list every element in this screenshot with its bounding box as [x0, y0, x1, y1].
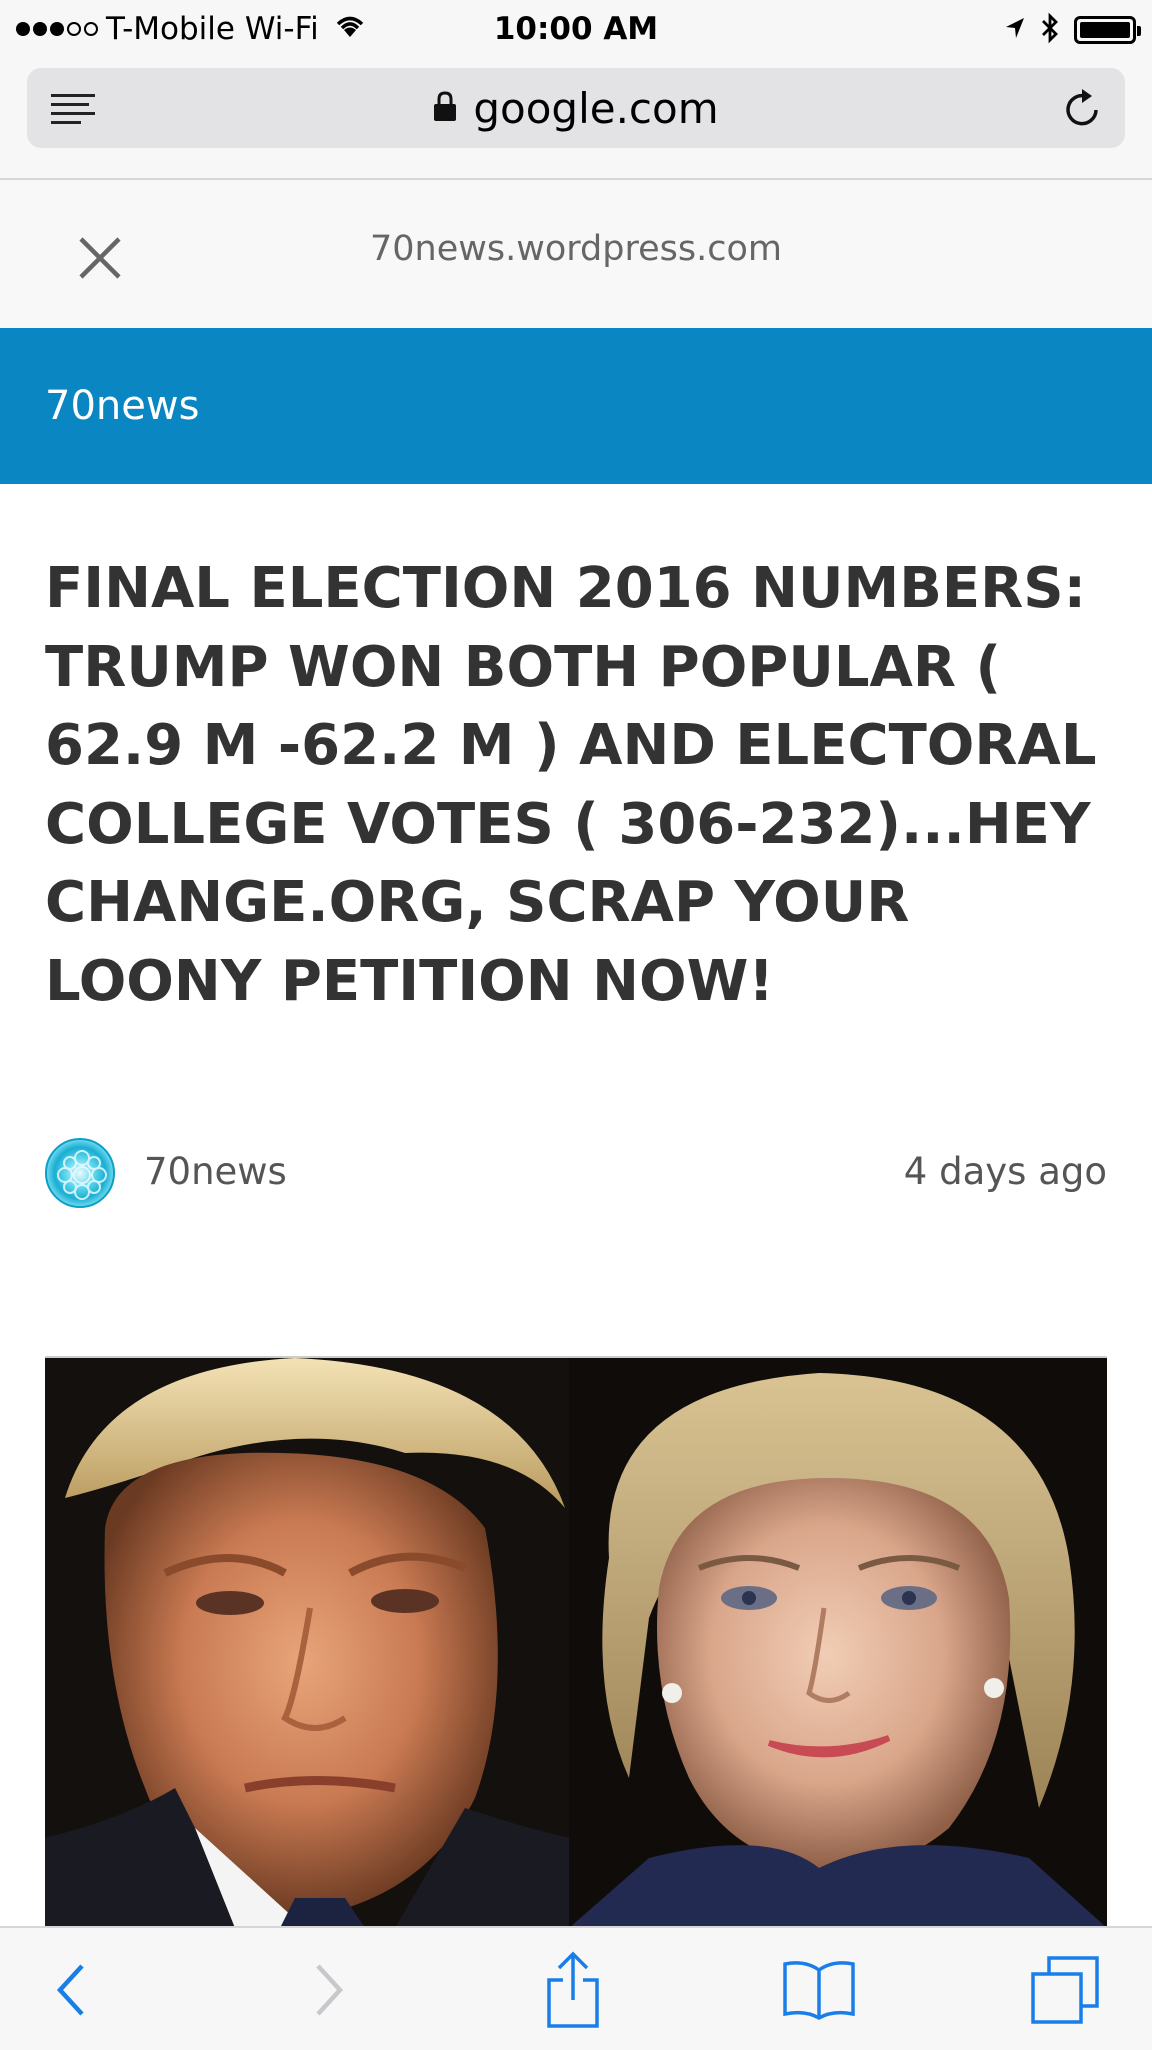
back-icon: [52, 1960, 92, 2025]
forward-icon: [308, 1960, 348, 2025]
site-header: 70news: [0, 328, 1152, 484]
article-hero-image: [45, 1356, 1107, 1928]
share-icon: [543, 1950, 603, 2035]
back-button[interactable]: [27, 1952, 117, 2032]
browser-address-area: google.com: [0, 60, 1152, 180]
byline: 70news 4 days ago: [45, 1138, 1107, 1212]
bookmarks-button[interactable]: [774, 1952, 864, 2032]
viewer-domain[interactable]: 70news.wordpress.com: [0, 229, 1152, 269]
tabs-button[interactable]: [1020, 1952, 1110, 2032]
browser-toolbar: [0, 1926, 1152, 2050]
post-timestamp: 4 days ago: [903, 1150, 1107, 1193]
tabs-icon: [1029, 1954, 1101, 2031]
forward-button[interactable]: [283, 1952, 373, 2032]
portrait-right: [569, 1358, 1107, 1928]
url-text: google.com: [473, 83, 719, 133]
address-bar[interactable]: google.com: [27, 68, 1125, 148]
status-right: [1004, 10, 1141, 50]
reload-icon[interactable]: [1063, 86, 1103, 135]
lock-icon: [433, 90, 457, 127]
author-avatar[interactable]: [45, 1138, 115, 1208]
share-button[interactable]: [528, 1950, 618, 2035]
battery-icon: [1074, 16, 1141, 44]
status-time: 10:00 AM: [493, 11, 659, 47]
url-display[interactable]: google.com: [27, 68, 1125, 148]
bookmarks-icon: [781, 1958, 857, 2027]
article-headline: FINAL ELECTION 2016 NUMBERS: TRUMP WON B…: [45, 556, 1097, 1014]
status-bar: T-Mobile Wi-Fi 10:00 AM: [0, 0, 1152, 60]
bluetooth-icon: [1040, 12, 1060, 48]
portrait-left: [45, 1358, 569, 1928]
site-name[interactable]: 70news: [45, 382, 199, 430]
location-arrow-icon: [1004, 16, 1026, 44]
author-name[interactable]: 70news: [144, 1150, 287, 1193]
